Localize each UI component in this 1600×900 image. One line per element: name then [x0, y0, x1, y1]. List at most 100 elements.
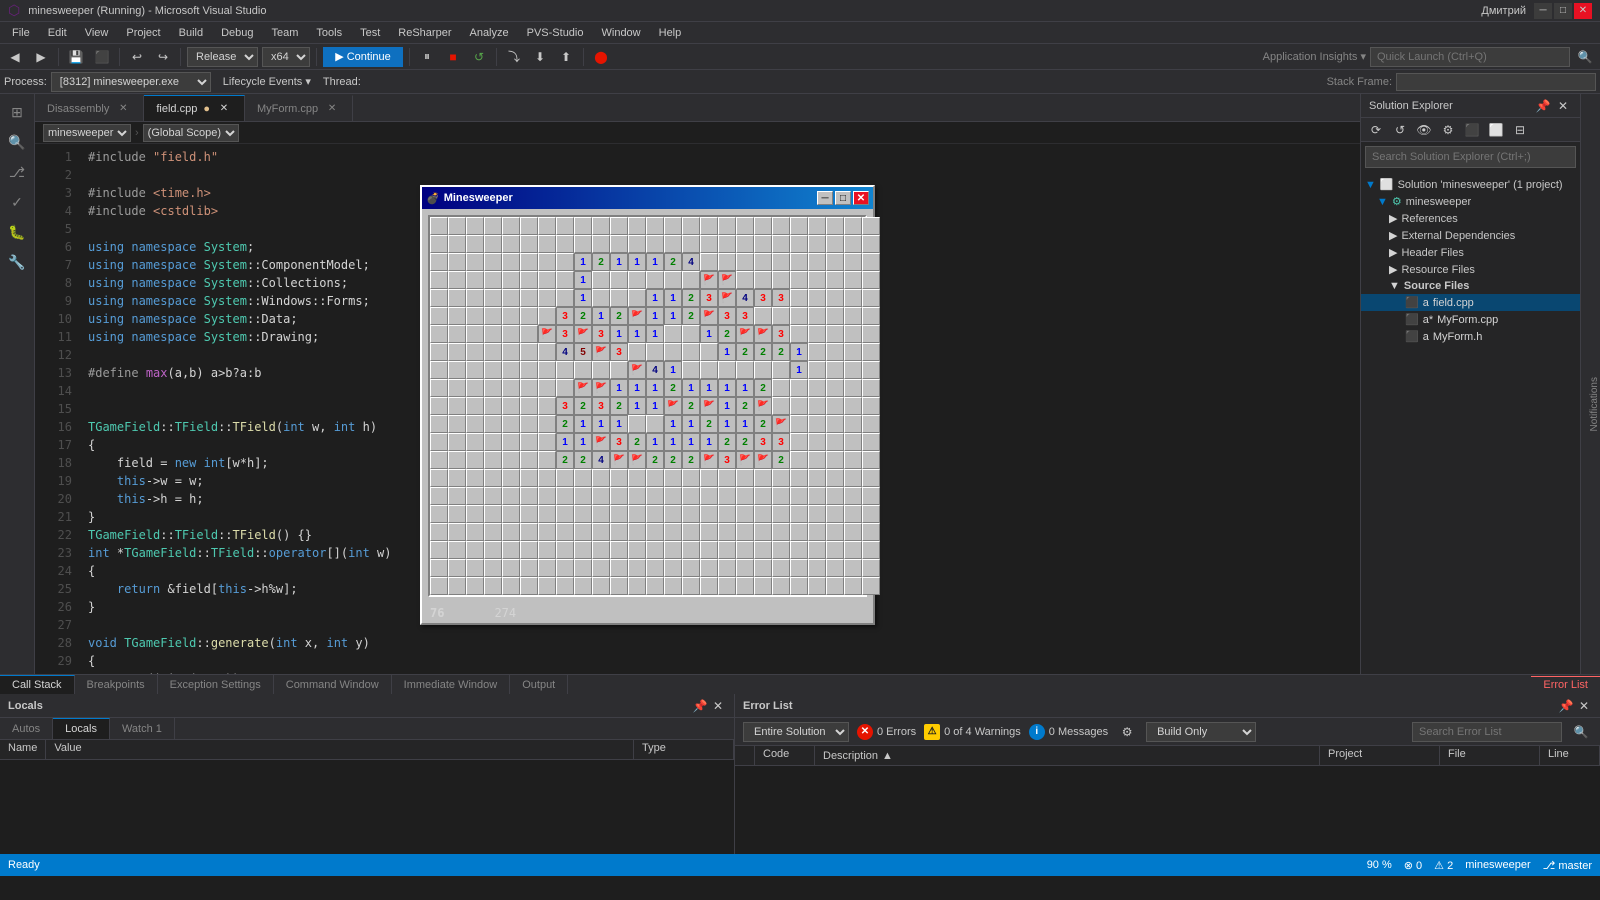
ms-cell[interactable] [520, 415, 538, 433]
error-close[interactable]: ✕ [1576, 698, 1592, 714]
ms-cell[interactable] [574, 217, 592, 235]
ms-cell[interactable] [754, 541, 772, 559]
ms-cell[interactable] [736, 577, 754, 595]
ms-cell[interactable] [610, 487, 628, 505]
ms-cell[interactable] [466, 451, 484, 469]
ms-cell[interactable] [502, 235, 520, 253]
locals-tab-locals[interactable]: Locals [53, 718, 110, 739]
ms-cell[interactable] [466, 541, 484, 559]
ms-cell[interactable] [718, 523, 736, 541]
locals-tab-autos[interactable]: Autos [0, 718, 53, 739]
tb-forward[interactable]: ▶ [30, 47, 52, 67]
tb-pause[interactable]: ⏸ [416, 47, 438, 67]
ms-cell[interactable] [466, 523, 484, 541]
ms-cell[interactable] [844, 415, 862, 433]
ms-cell[interactable] [808, 523, 826, 541]
tb-continue[interactable]: ▶ Continue [323, 47, 403, 67]
ms-cell[interactable] [610, 577, 628, 595]
ms-cell[interactable]: 1 [700, 325, 718, 343]
ms-cell[interactable] [790, 559, 808, 577]
ms-cell[interactable] [610, 469, 628, 487]
ms-cell[interactable] [502, 271, 520, 289]
ms-cell[interactable] [484, 307, 502, 325]
ms-cell[interactable]: 1 [682, 415, 700, 433]
ms-cell[interactable] [646, 541, 664, 559]
menu-tools[interactable]: Tools [308, 25, 350, 41]
ms-cell[interactable]: 1 [736, 415, 754, 433]
ms-cell[interactable] [826, 379, 844, 397]
ms-cell[interactable] [430, 577, 448, 595]
ms-cell[interactable] [754, 559, 772, 577]
ms-cell[interactable] [718, 487, 736, 505]
tree-source-files[interactable]: ▼ Source Files [1361, 278, 1580, 294]
ms-cell[interactable] [700, 559, 718, 577]
tb-back[interactable]: ◀ [4, 47, 26, 67]
ms-cell[interactable] [826, 307, 844, 325]
ms-cell[interactable] [646, 415, 664, 433]
messages-badge[interactable]: i 0 Messages [1029, 724, 1108, 740]
ms-cell[interactable] [466, 577, 484, 595]
ms-cell[interactable]: 2 [574, 451, 592, 469]
ms-cell[interactable] [682, 505, 700, 523]
ms-cell[interactable] [520, 343, 538, 361]
se-show-all[interactable]: 👁 [1413, 120, 1435, 140]
ms-cell[interactable] [808, 253, 826, 271]
ms-cell[interactable] [700, 235, 718, 253]
tb-redo[interactable]: ↪ [152, 47, 174, 67]
ms-cell[interactable] [790, 541, 808, 559]
ms-cell[interactable] [754, 577, 772, 595]
ms-cell[interactable] [466, 505, 484, 523]
ms-cell[interactable] [538, 289, 556, 307]
ms-cell[interactable] [538, 415, 556, 433]
ms-cell[interactable] [754, 469, 772, 487]
ms-cell[interactable] [502, 325, 520, 343]
ms-cell[interactable] [682, 343, 700, 361]
menu-view[interactable]: View [77, 25, 117, 41]
ms-cell[interactable]: 1 [700, 379, 718, 397]
se-sync[interactable]: ⟳ [1365, 120, 1387, 140]
ms-cell[interactable] [646, 523, 664, 541]
ms-cell[interactable] [502, 541, 520, 559]
ms-cell[interactable] [610, 541, 628, 559]
ms-cell[interactable]: 3 [610, 433, 628, 451]
ms-cell[interactable] [574, 559, 592, 577]
ms-cell[interactable] [592, 559, 610, 577]
ms-cell[interactable]: 2 [556, 415, 574, 433]
ms-cell[interactable]: 2 [574, 307, 592, 325]
ms-cell[interactable] [844, 433, 862, 451]
ms-cell[interactable] [448, 487, 466, 505]
ms-cell[interactable]: 🚩 [736, 325, 754, 343]
ms-cell[interactable]: 4 [592, 451, 610, 469]
ms-cell[interactable] [520, 271, 538, 289]
ms-cell[interactable] [664, 325, 682, 343]
ms-cell[interactable]: 🚩 [700, 271, 718, 289]
ms-cell[interactable] [844, 271, 862, 289]
ms-cell[interactable] [754, 307, 772, 325]
ms-cell[interactable]: 2 [664, 379, 682, 397]
tree-solution[interactable]: ▼ ⬜ Solution 'minesweeper' (1 project) [1361, 176, 1580, 193]
ms-cell[interactable] [646, 505, 664, 523]
error-pin[interactable]: 📌 [1558, 698, 1574, 714]
se-collapse[interactable]: ⬜ [1485, 120, 1507, 140]
ms-cell[interactable] [448, 253, 466, 271]
ms-cell[interactable] [520, 523, 538, 541]
ms-cell[interactable] [466, 289, 484, 307]
ms-cell[interactable] [790, 577, 808, 595]
ms-cell[interactable] [502, 415, 520, 433]
ms-cell[interactable] [520, 541, 538, 559]
ms-cell[interactable] [772, 577, 790, 595]
ms-cell[interactable] [484, 235, 502, 253]
ms-cell[interactable] [754, 217, 772, 235]
ms-cell[interactable] [772, 487, 790, 505]
ms-cell[interactable]: 2 [772, 451, 790, 469]
ms-cell[interactable] [790, 433, 808, 451]
tab-myform-cpp[interactable]: MyForm.cpp ✕ [245, 95, 353, 121]
ms-cell[interactable] [700, 577, 718, 595]
ms-cell[interactable] [610, 505, 628, 523]
ms-cell[interactable] [520, 451, 538, 469]
ms-cell[interactable] [808, 325, 826, 343]
ms-cell[interactable] [718, 469, 736, 487]
ms-cell[interactable]: 1 [646, 307, 664, 325]
ms-cell[interactable] [448, 541, 466, 559]
ms-cell[interactable]: 1 [628, 325, 646, 343]
